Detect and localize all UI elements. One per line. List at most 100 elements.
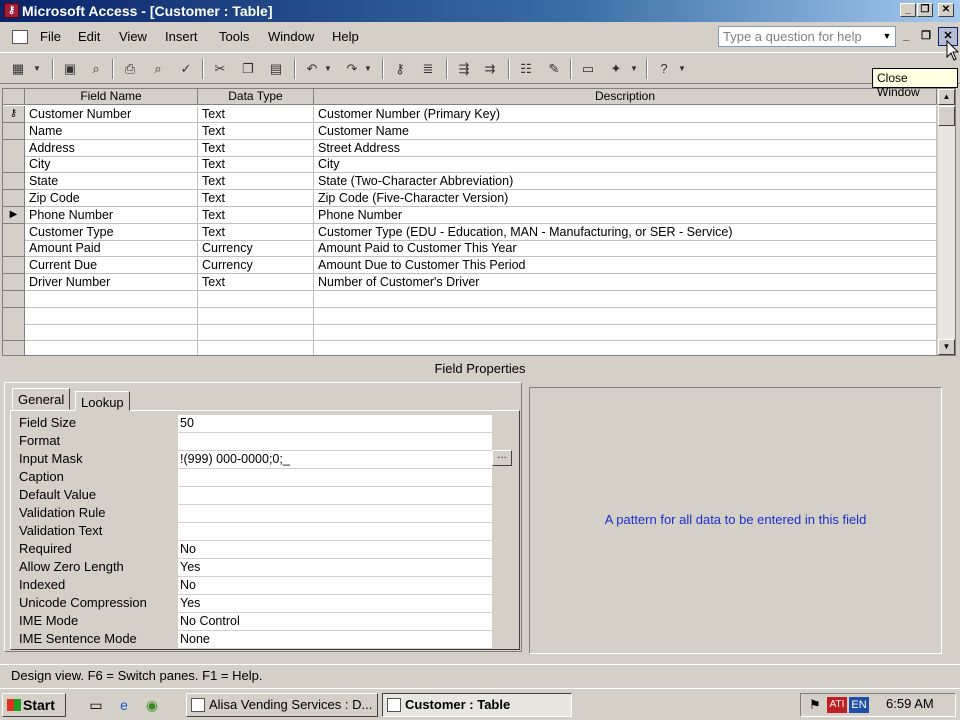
restore-icon[interactable]: ❐: [917, 3, 933, 17]
menu-file[interactable]: File: [40, 29, 61, 44]
row-selector[interactable]: [3, 139, 25, 157]
doc-restore-icon[interactable]: ❐: [917, 28, 935, 44]
field-name-cell[interactable]: State: [25, 173, 198, 191]
paste-icon[interactable]: ▤: [266, 59, 286, 79]
menu-insert[interactable]: Insert: [165, 29, 198, 44]
build-icon[interactable]: ✎: [544, 59, 564, 79]
taskbar-item-customer-table[interactable]: Customer : Table: [382, 693, 572, 717]
description-cell[interactable]: Customer Number (Primary Key): [314, 106, 937, 123]
insert-rows-icon[interactable]: ⇶: [454, 59, 474, 79]
row-selector[interactable]: [3, 240, 25, 258]
description-cell[interactable]: Amount Paid to Customer This Year: [314, 240, 937, 258]
table-row[interactable]: Address Text Street Address: [3, 139, 937, 157]
data-type-cell[interactable]: Text: [198, 106, 314, 123]
data-type-cell[interactable]: Text: [198, 156, 314, 174]
row-selector[interactable]: [3, 307, 25, 325]
data-type-cell[interactable]: [198, 341, 314, 355]
menu-view[interactable]: View: [119, 29, 147, 44]
menu-help[interactable]: Help: [332, 29, 359, 44]
menu-tools[interactable]: Tools: [219, 29, 249, 44]
table-row[interactable]: City Text City: [3, 156, 937, 174]
data-type-cell[interactable]: Currency: [198, 240, 314, 258]
table-row[interactable]: Driver Number Text Number of Customer's Dr…: [3, 274, 937, 291]
field-name-cell[interactable]: Customer Number: [25, 106, 198, 123]
scroll-up-icon[interactable]: ▲: [938, 89, 955, 105]
search-icon[interactable]: ⌕: [86, 59, 106, 79]
undo-dropdown-icon[interactable]: ▼: [322, 59, 334, 79]
field-name-cell[interactable]: Customer Type: [25, 223, 198, 241]
property-value-field[interactable]: No Control: [178, 613, 492, 630]
row-selector[interactable]: [3, 122, 25, 140]
table-row[interactable]: [3, 324, 937, 342]
print-preview-icon[interactable]: ⌕: [148, 59, 168, 79]
data-type-cell[interactable]: Text: [198, 173, 314, 191]
title-bar[interactable]: ⚷ Microsoft Access - [Customer : Table] …: [0, 0, 960, 22]
description-cell[interactable]: Customer Name: [314, 122, 937, 140]
spelling-icon[interactable]: ✓: [176, 59, 196, 79]
taskbar-item-database[interactable]: Alisa Vending Services : D...: [186, 693, 378, 717]
cut-icon[interactable]: ✂: [210, 59, 230, 79]
property-value-field[interactable]: None: [178, 631, 492, 648]
description-cell[interactable]: [314, 324, 937, 342]
property-value-field[interactable]: [178, 505, 492, 522]
description-cell[interactable]: Amount Due to Customer This Period: [314, 257, 937, 275]
field-name-cell[interactable]: Amount Paid: [25, 240, 198, 258]
view-icon[interactable]: ▦: [8, 59, 28, 79]
field-name-cell[interactable]: [25, 290, 198, 308]
language-indicator[interactable]: EN: [849, 697, 869, 713]
table-row[interactable]: ⚷ Customer Number Text Customer Number (Pri…: [3, 106, 937, 123]
field-name-cell[interactable]: [25, 307, 198, 325]
start-button[interactable]: Start: [2, 693, 66, 717]
property-value-field[interactable]: [178, 487, 492, 504]
tray-app-icon[interactable]: ⚑: [809, 697, 821, 713]
description-cell[interactable]: Customer Type (EDU - Education, MAN - Ma…: [314, 223, 937, 241]
doc-minimize-icon[interactable]: _: [897, 28, 915, 44]
minimize-icon[interactable]: _: [900, 3, 916, 17]
field-name-cell[interactable]: City: [25, 156, 198, 174]
field-name-cell[interactable]: Driver Number: [25, 274, 198, 291]
table-row[interactable]: Customer Type Text Customer Type (EDU - Ed…: [3, 223, 937, 241]
field-name-cell[interactable]: Current Due: [25, 257, 198, 275]
property-value-field[interactable]: No: [178, 541, 492, 558]
indexes-icon[interactable]: ≣: [418, 59, 438, 79]
table-row[interactable]: [3, 290, 937, 308]
property-value-field[interactable]: Yes: [178, 559, 492, 576]
tab-lookup[interactable]: Lookup: [75, 391, 130, 411]
description-cell[interactable]: Street Address: [314, 139, 937, 157]
chevron-down-icon[interactable]: ▼: [880, 27, 894, 45]
copy-icon[interactable]: ❐: [238, 59, 258, 79]
property-value-field[interactable]: Yes: [178, 595, 492, 612]
row-selector[interactable]: [3, 156, 25, 174]
table-row[interactable]: Zip Code Text Zip Code (Five-Character Ver…: [3, 190, 937, 207]
primary-key-icon[interactable]: ⚷: [390, 59, 410, 79]
data-type-cell[interactable]: [198, 290, 314, 308]
data-type-cell[interactable]: Text: [198, 274, 314, 291]
quick-launch-icon[interactable]: ◉: [142, 695, 162, 715]
current-row-indicator-icon[interactable]: ▶: [3, 206, 25, 224]
row-selector[interactable]: [3, 173, 25, 191]
table-row[interactable]: Amount Paid Currency Amount Paid to Custom…: [3, 240, 937, 258]
table-row[interactable]: Current Due Currency Amount Due to Custome…: [3, 257, 937, 275]
row-selector[interactable]: [3, 190, 25, 207]
help-search-input[interactable]: Type a question for help: [718, 26, 896, 47]
property-value-field[interactable]: !(999) 000-0000;0;_: [178, 451, 492, 468]
document-menu-icon[interactable]: [12, 30, 28, 44]
description-cell[interactable]: City: [314, 156, 937, 174]
menu-window[interactable]: Window: [268, 29, 314, 44]
data-type-cell[interactable]: Text: [198, 122, 314, 140]
description-cell[interactable]: Number of Customer's Driver: [314, 274, 937, 291]
field-name-cell[interactable]: [25, 324, 198, 342]
redo-icon[interactable]: ↷: [342, 59, 362, 79]
row-selector[interactable]: [3, 290, 25, 308]
table-row[interactable]: Name Text Customer Name: [3, 122, 937, 140]
redo-dropdown-icon[interactable]: ▼: [362, 59, 374, 79]
new-object-dropdown-icon[interactable]: ▼: [628, 59, 640, 79]
tab-general[interactable]: General: [12, 388, 71, 410]
table-row[interactable]: ▶ Phone Number Text Phone Number: [3, 206, 937, 224]
description-cell[interactable]: Zip Code (Five-Character Version): [314, 190, 937, 207]
show-desktop-icon[interactable]: ▭: [86, 695, 106, 715]
close-icon[interactable]: ✕: [938, 3, 954, 17]
description-cell[interactable]: [314, 341, 937, 355]
data-type-cell[interactable]: [198, 307, 314, 325]
table-row[interactable]: [3, 341, 937, 355]
